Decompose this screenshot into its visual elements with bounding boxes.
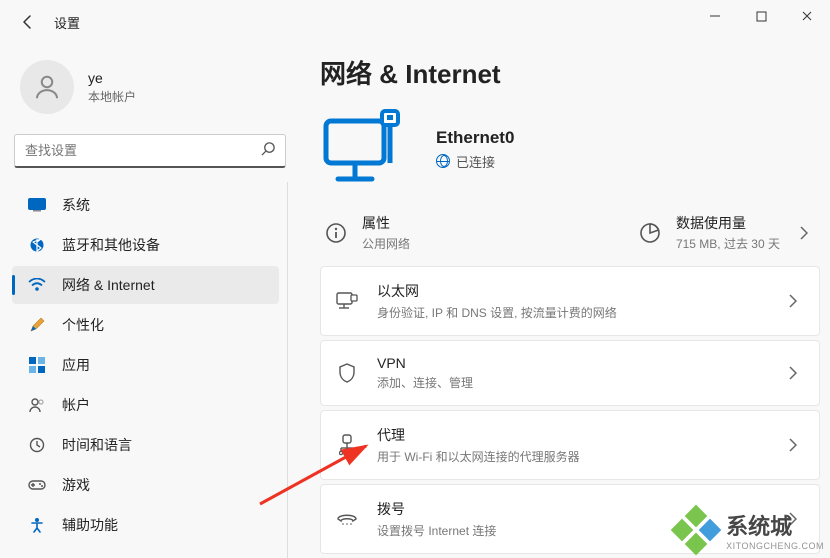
- chevron-right-icon: [781, 366, 805, 380]
- data-usage-label: 数据使用量: [676, 213, 780, 233]
- user-block[interactable]: ye 本地帐户: [12, 44, 288, 134]
- apps-icon: [28, 356, 46, 374]
- bluetooth-icon: [28, 236, 46, 254]
- sidebar-item-label: 个性化: [62, 315, 104, 335]
- search-input[interactable]: [14, 134, 286, 168]
- avatar: [20, 60, 74, 114]
- card-title: VPN: [377, 355, 763, 371]
- card-sub: 身份验证, IP 和 DNS 设置, 按流量计费的网络: [377, 304, 763, 321]
- accessibility-icon: [28, 516, 46, 534]
- window-title: 设置: [54, 13, 80, 32]
- card-ethernet[interactable]: 以太网 身份验证, IP 和 DNS 设置, 按流量计费的网络: [320, 266, 820, 336]
- chevron-right-icon: [781, 438, 805, 452]
- shield-icon: [335, 363, 359, 383]
- globe-icon: [436, 154, 450, 168]
- sidebar-item-label: 网络 & Internet: [62, 275, 155, 295]
- maximize-button[interactable]: [738, 0, 784, 32]
- card-vpn[interactable]: VPN 添加、连接、管理: [320, 340, 820, 406]
- brush-icon: [28, 316, 46, 334]
- data-usage-block[interactable]: 数据使用量 715 MB, 过去 30 天: [638, 213, 780, 252]
- sidebar-item-label: 系统: [62, 195, 90, 215]
- minimize-button[interactable]: [692, 0, 738, 32]
- proxy-icon: [335, 434, 359, 456]
- properties-block[interactable]: 属性 公用网络: [324, 213, 626, 252]
- properties-label: 属性: [362, 213, 410, 233]
- data-usage-sub: 715 MB, 过去 30 天: [676, 235, 780, 252]
- sidebar-item-label: 应用: [62, 355, 90, 375]
- page-title: 网络 & Internet: [320, 54, 820, 91]
- card-title: 以太网: [377, 281, 763, 301]
- sidebar-item-time-language[interactable]: 时间和语言: [12, 426, 279, 464]
- info-icon: [324, 221, 348, 245]
- sidebar-item-personalization[interactable]: 个性化: [12, 306, 279, 344]
- card-sub: 添加、连接、管理: [377, 374, 763, 391]
- sidebar-item-label: 蓝牙和其他设备: [62, 235, 160, 255]
- card-title: 代理: [377, 425, 763, 445]
- card-sub: 用于 Wi-Fi 和以太网连接的代理服务器: [377, 448, 763, 465]
- sidebar-item-gaming[interactable]: 游戏: [12, 466, 279, 504]
- close-button[interactable]: [784, 0, 830, 32]
- phone-icon: [335, 511, 359, 527]
- sidebar-item-apps[interactable]: 应用: [12, 346, 279, 384]
- wifi-icon: [28, 276, 46, 294]
- system-icon: [28, 196, 46, 214]
- gaming-icon: [28, 476, 46, 494]
- user-sub: 本地帐户: [88, 88, 136, 105]
- connection-name: Ethernet0: [436, 128, 514, 148]
- chevron-right-icon: [792, 226, 816, 240]
- clock-icon: [28, 436, 46, 454]
- sidebar-item-label: 时间和语言: [62, 435, 132, 455]
- back-button[interactable]: [16, 10, 40, 34]
- sidebar-item-accessibility[interactable]: 辅助功能: [12, 506, 279, 544]
- user-name: ye: [88, 70, 136, 86]
- sidebar-item-system[interactable]: 系统: [12, 186, 279, 224]
- chevron-right-icon: [781, 294, 805, 308]
- properties-sub: 公用网络: [362, 235, 410, 252]
- sidebar-item-network[interactable]: 网络 & Internet: [12, 266, 279, 304]
- card-proxy[interactable]: 代理 用于 Wi-Fi 和以太网连接的代理服务器: [320, 410, 820, 480]
- ethernet-icon: [335, 292, 359, 310]
- sidebar-item-accounts[interactable]: 帐户: [12, 386, 279, 424]
- sidebar-nav: 系统 蓝牙和其他设备 网络 & Internet 个性化 应用 帐户: [12, 182, 288, 558]
- sidebar-item-label: 游戏: [62, 475, 90, 495]
- sidebar-item-label: 辅助功能: [62, 515, 118, 535]
- search-icon: [261, 141, 276, 161]
- watermark: 系统城 XITONGCHENG.COM: [674, 508, 824, 552]
- accounts-icon: [28, 396, 46, 414]
- sidebar-item-bluetooth[interactable]: 蓝牙和其他设备: [12, 226, 279, 264]
- connection-status: 已连接: [456, 152, 495, 171]
- ethernet-hero-icon: [320, 109, 410, 189]
- sidebar-item-label: 帐户: [62, 395, 90, 415]
- data-usage-icon: [638, 221, 662, 245]
